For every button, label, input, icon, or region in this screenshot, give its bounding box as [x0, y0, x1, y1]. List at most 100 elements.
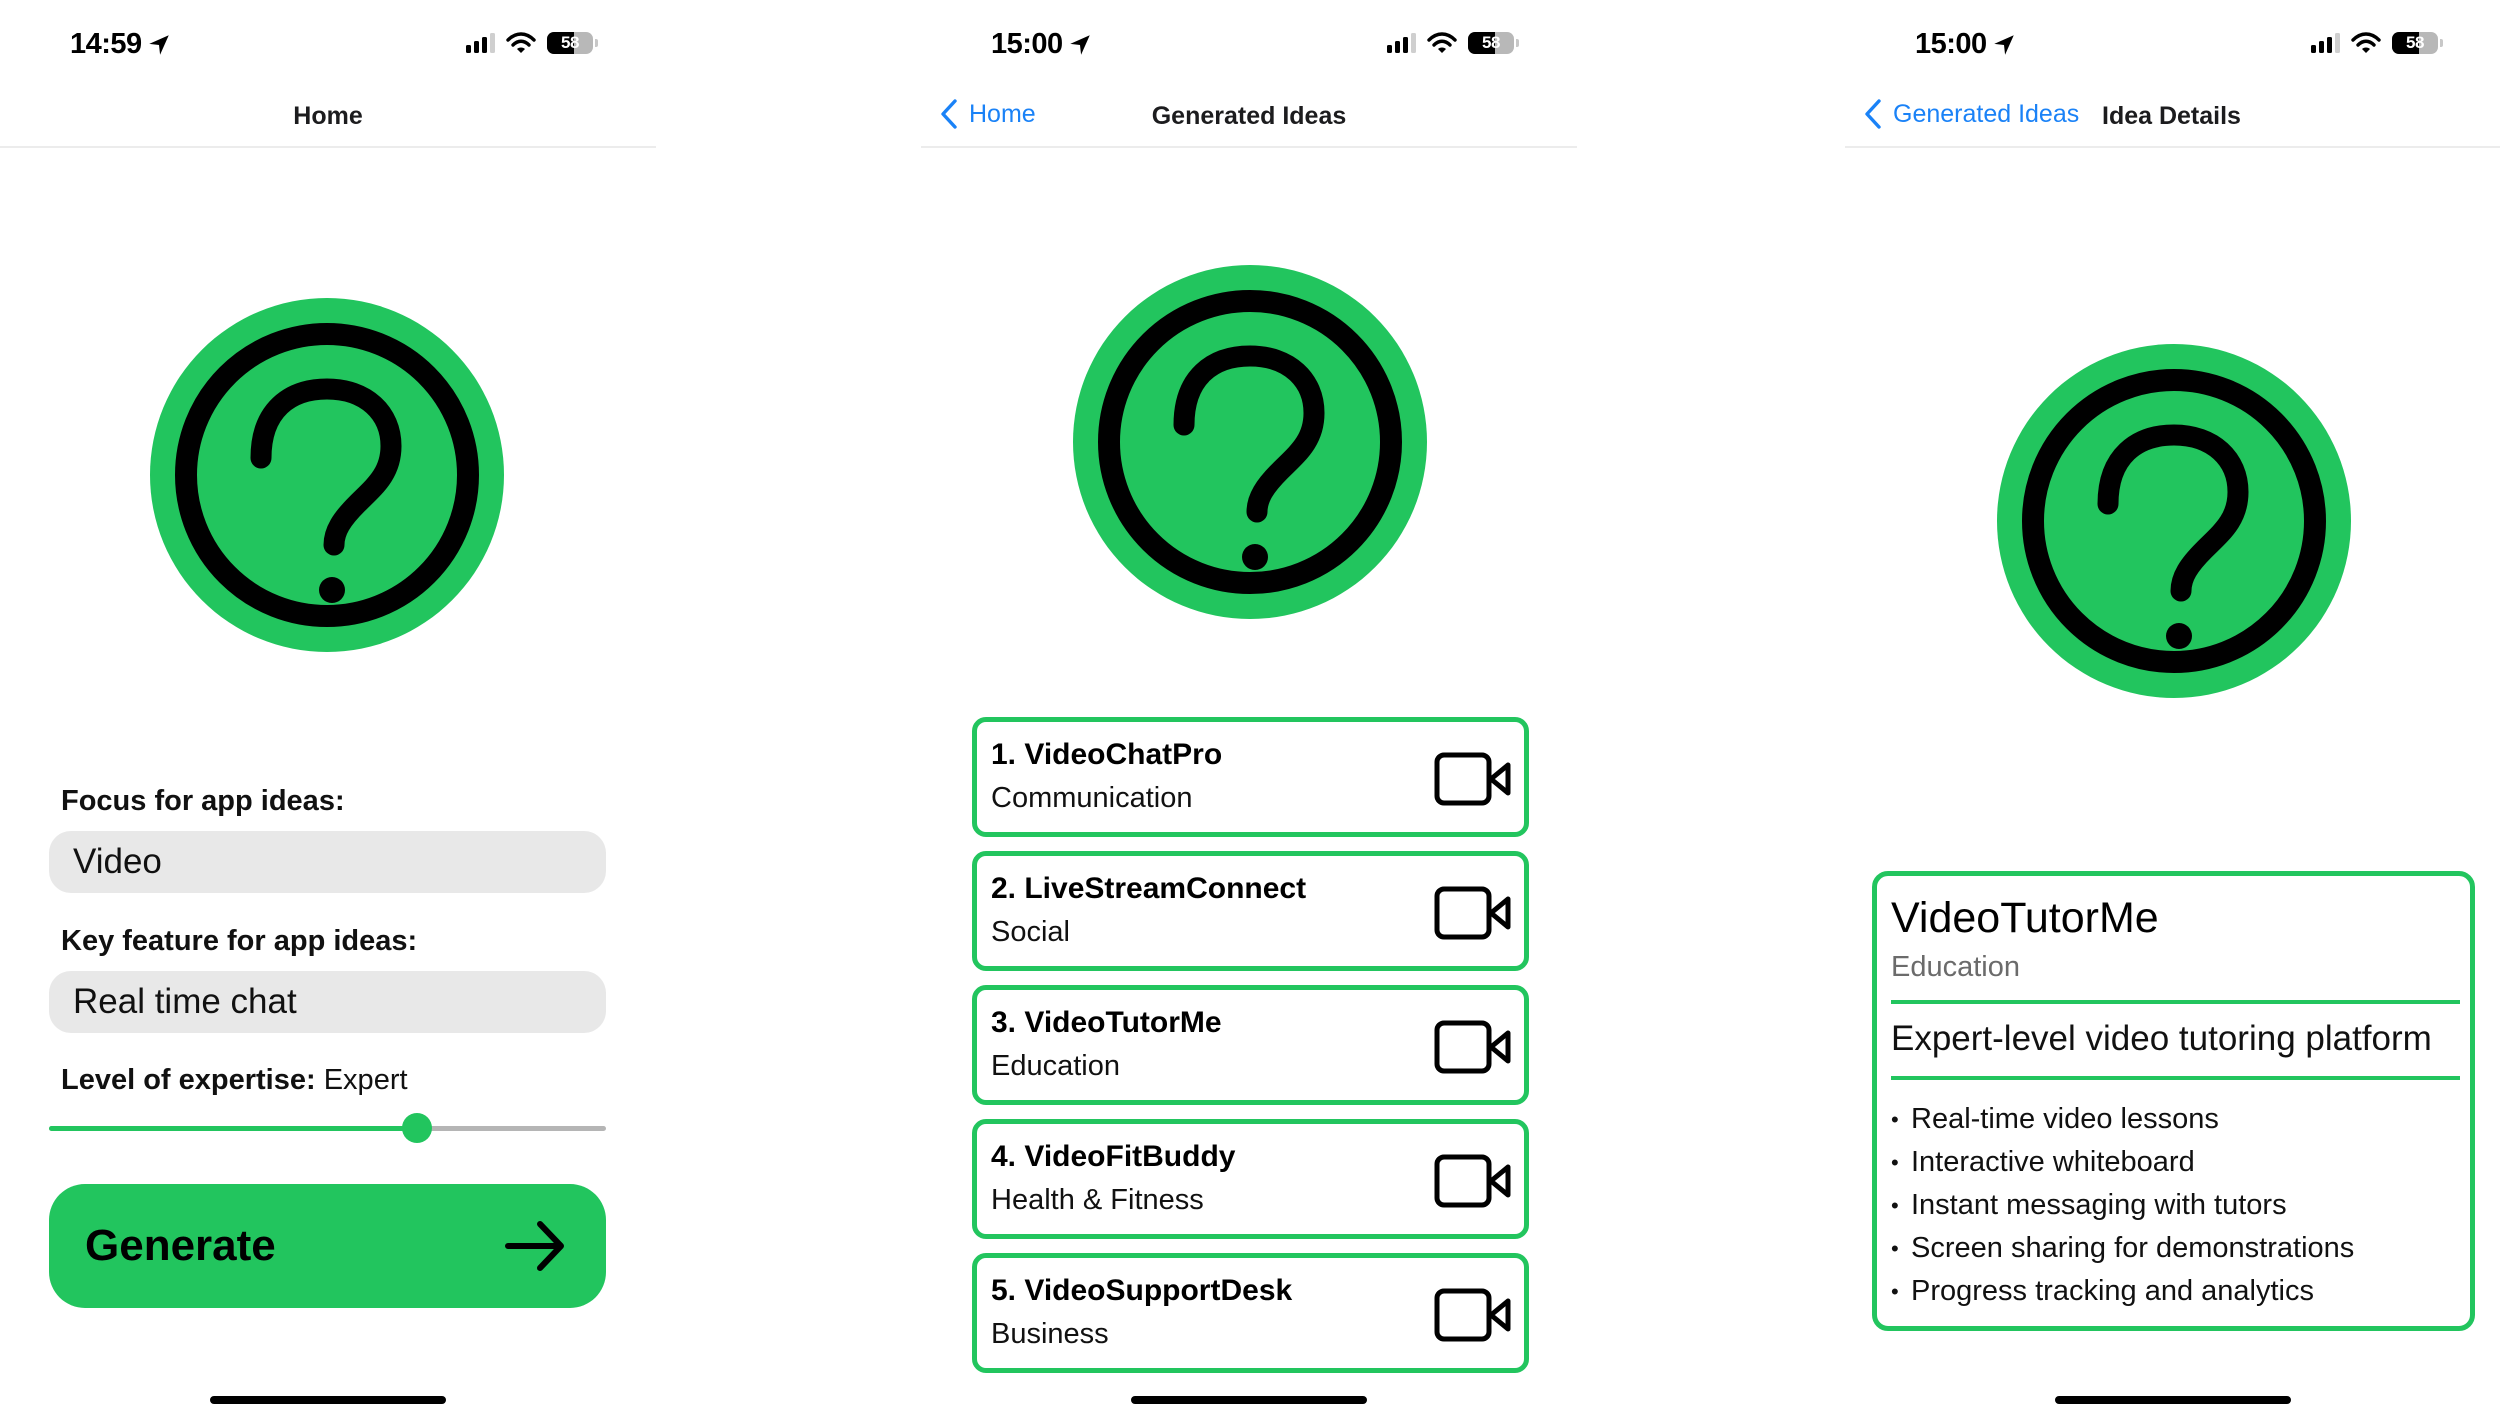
status-indicators: 58 — [2311, 32, 2443, 54]
generate-button[interactable]: Generate — [49, 1184, 606, 1308]
bullet: • — [1891, 1107, 1899, 1132]
status-bar: 14:59 58 — [0, 26, 656, 66]
video-camera-icon — [1434, 1154, 1512, 1208]
idea-category: Business — [991, 1318, 1109, 1350]
status-time-text: 14:59 — [70, 28, 142, 60]
home-screen: 14:59 58 Home Focus for app ideas: Video… — [0, 0, 656, 1417]
cellular-signal-icon — [2311, 33, 2340, 53]
nav-bar: Home Generated Ideas — [921, 92, 1577, 148]
bullet: • — [1891, 1193, 1899, 1218]
divider — [1891, 1076, 2460, 1080]
battery-icon: 58 — [1468, 32, 1514, 54]
battery-percent: 58 — [1482, 33, 1500, 52]
idea-category: Social — [991, 916, 1070, 948]
slider-thumb[interactable] — [401, 1113, 432, 1143]
slider-track-fill — [49, 1126, 417, 1131]
feature-item: • Screen sharing for demonstrations — [1891, 1227, 2354, 1270]
battery-percent: 58 — [2406, 33, 2424, 52]
idea-card[interactable]: 2. LiveStreamConnect Social — [972, 851, 1529, 971]
idea-card[interactable]: 5. VideoSupportDesk Business — [972, 1253, 1529, 1373]
idea-card[interactable]: 4. VideoFitBuddy Health & Fitness — [972, 1119, 1529, 1239]
status-bar: 15:00 58 — [921, 26, 1577, 66]
wifi-icon — [1427, 32, 1457, 54]
idea-category: Education — [991, 1050, 1120, 1082]
idea-detail-card: VideoTutorMe Education Expert-level vide… — [1872, 871, 2475, 1331]
expertise-label-text: Level of expertise: — [61, 1064, 316, 1096]
page-title: Generated Ideas — [1151, 102, 1347, 130]
idea-title: 3. VideoTutorMe — [991, 1006, 1222, 1039]
expertise-slider[interactable] — [49, 1113, 606, 1143]
status-time: 15:00 — [991, 28, 1093, 61]
location-arrow-icon — [146, 32, 172, 58]
status-bar: 15:00 58 — [1845, 26, 2500, 66]
nav-bar: Generated Ideas Idea Details — [1845, 92, 2500, 148]
status-indicators: 58 — [1387, 32, 1519, 54]
idea-details-screen: 15:00 58 Generated Ideas Idea Details Vi… — [1845, 0, 2500, 1417]
back-button[interactable]: Generated Ideas — [1863, 98, 2079, 130]
feature-item: • Instant messaging with tutors — [1891, 1184, 2354, 1227]
feature-item: • Real-time video lessons — [1891, 1098, 2354, 1141]
idea-title: 2. LiveStreamConnect — [991, 872, 1307, 905]
focus-input[interactable]: Video — [49, 831, 606, 893]
idea-title: 4. VideoFitBuddy — [991, 1140, 1236, 1173]
video-camera-icon — [1434, 752, 1512, 806]
location-arrow-icon — [1067, 32, 1093, 58]
video-camera-icon — [1434, 886, 1512, 940]
idea-description: Expert-level video tutoring platform — [1891, 1019, 2432, 1058]
video-camera-icon — [1434, 1020, 1512, 1074]
battery-cap — [1516, 39, 1519, 47]
generate-button-label: Generate — [85, 1221, 276, 1270]
bullet: • — [1891, 1279, 1899, 1304]
page-title: Home — [293, 102, 363, 130]
generated-ideas-screen: 15:00 58 Home Generated Ideas 1. VideoCh… — [921, 0, 1577, 1417]
status-time-text: 15:00 — [1915, 28, 1987, 60]
idea-category: Communication — [991, 782, 1193, 814]
focus-label: Focus for app ideas: — [61, 785, 345, 817]
wifi-icon — [2351, 32, 2381, 54]
battery-cap — [595, 39, 598, 47]
back-button-label: Generated Ideas — [1893, 99, 2080, 128]
battery-percent: 58 — [561, 33, 579, 52]
home-indicator[interactable] — [1131, 1396, 1367, 1404]
nav-bar: Home — [0, 92, 656, 148]
feature-text: Screen sharing for demonstrations — [1911, 1232, 2355, 1264]
page-title: Idea Details — [2102, 102, 2241, 130]
features-list: • Real-time video lessons • Interactive whi… — [1891, 1098, 2354, 1313]
battery-icon: 58 — [547, 32, 593, 54]
question-circle-icon — [150, 298, 504, 652]
key-feature-label: Key feature for app ideas: — [61, 925, 418, 957]
question-circle-icon — [1997, 344, 2351, 698]
video-camera-icon — [1434, 1288, 1512, 1342]
feature-text: Progress tracking and analytics — [1911, 1275, 2314, 1307]
idea-title: 5. VideoSupportDesk — [991, 1274, 1293, 1307]
feature-text: Interactive whiteboard — [1911, 1146, 2195, 1178]
idea-name: VideoTutorMe — [1891, 894, 2159, 942]
expertise-label: Level of expertise: Expert — [61, 1064, 408, 1097]
idea-category: Health & Fitness — [991, 1184, 1204, 1216]
wifi-icon — [506, 32, 536, 54]
status-time-text: 15:00 — [991, 28, 1063, 60]
focus-input-value: Video — [73, 842, 162, 881]
home-indicator[interactable] — [2055, 1396, 2291, 1404]
key-feature-input-value: Real time chat — [73, 982, 297, 1021]
home-indicator[interactable] — [210, 1396, 446, 1404]
status-time: 15:00 — [1915, 28, 2017, 61]
status-time: 14:59 — [70, 28, 172, 61]
bullet: • — [1891, 1150, 1899, 1175]
bullet: • — [1891, 1236, 1899, 1261]
key-feature-input[interactable]: Real time chat — [49, 971, 606, 1033]
cellular-signal-icon — [1387, 33, 1416, 53]
expertise-value: Expert — [323, 1064, 408, 1096]
battery-icon: 58 — [2392, 32, 2438, 54]
feature-text: Instant messaging with tutors — [1911, 1189, 2287, 1221]
chevron-left-icon — [1863, 98, 1883, 130]
idea-card[interactable]: 1. VideoChatPro Communication — [972, 717, 1529, 837]
status-indicators: 58 — [466, 32, 598, 54]
arrow-right-icon — [505, 1221, 564, 1271]
feature-item: • Progress tracking and analytics — [1891, 1270, 2354, 1313]
question-circle-icon — [1073, 265, 1427, 619]
idea-card[interactable]: 3. VideoTutorMe Education — [972, 985, 1529, 1105]
battery-cap — [2440, 39, 2443, 47]
feature-text: Real-time video lessons — [1911, 1103, 2219, 1135]
idea-category: Education — [1891, 951, 2020, 983]
